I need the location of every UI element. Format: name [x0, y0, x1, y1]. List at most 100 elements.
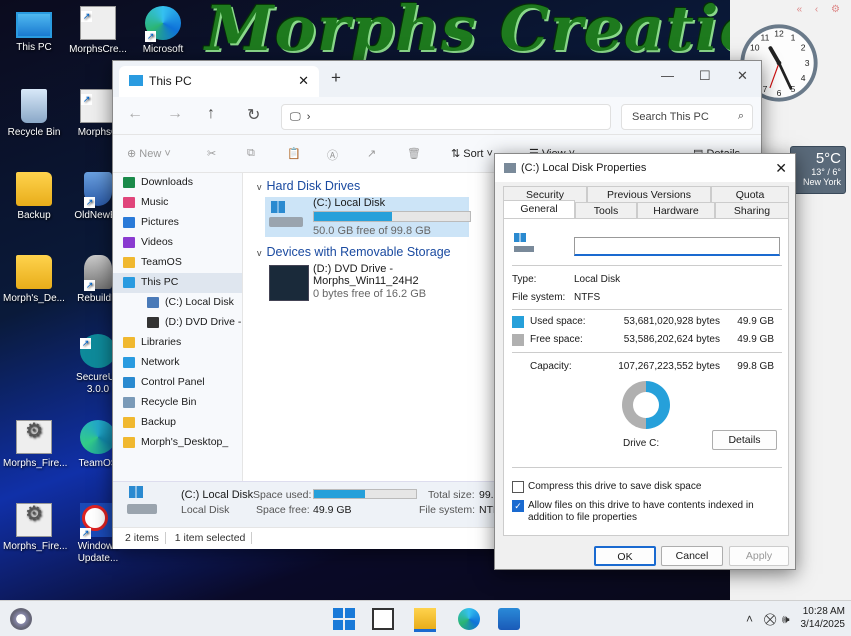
- close-button[interactable]: ✕: [737, 68, 748, 84]
- details-button[interactable]: Details: [712, 430, 777, 450]
- nav-item[interactable]: Music: [113, 193, 242, 213]
- details-name: (C:) Local Disk: [181, 489, 254, 501]
- maximize-button[interactable]: ☐: [699, 68, 711, 84]
- nav-item[interactable]: Libraries: [113, 333, 242, 353]
- index-checkbox[interactable]: ✓: [512, 500, 524, 512]
- address-bar[interactable]: 🖵 ›: [281, 104, 611, 130]
- nav-item[interactable]: Morph's_Desktop_: [113, 433, 242, 453]
- tab-sharing[interactable]: Sharing: [715, 202, 789, 218]
- gadget-controls[interactable]: « ‹ ⚙: [797, 4, 845, 15]
- desktop-icon-morphs-fire-2[interactable]: Morphs_Fire...: [3, 503, 67, 553]
- nav-item[interactable]: TeamOS: [113, 253, 242, 273]
- drive-c-free: 50.0 GB free of 99.8 GB: [313, 225, 432, 237]
- drive-icon: [147, 297, 159, 308]
- system-clock[interactable]: 10:28 AM 3/14/2025: [801, 605, 846, 631]
- drive-icon: [127, 486, 157, 518]
- new-button[interactable]: ⊕ New ˅: [127, 147, 171, 160]
- up-arrow-icon[interactable]: ↑: [207, 105, 215, 123]
- nav-item[interactable]: Backup: [113, 413, 242, 433]
- tab-hardware[interactable]: Hardware: [637, 202, 715, 218]
- search-input[interactable]: Search This PC ⌕: [621, 104, 753, 130]
- volume-label-input[interactable]: [574, 237, 780, 256]
- chevron-down-icon: v: [257, 248, 262, 258]
- tab-previous-versions[interactable]: Previous Versions: [587, 186, 711, 202]
- task-view-icon[interactable]: [372, 608, 394, 630]
- drive-c-usage-bar: [313, 211, 471, 222]
- close-tab-icon[interactable]: ✕: [298, 73, 309, 89]
- nav-item[interactable]: Control Panel: [113, 373, 242, 393]
- tab-this-pc[interactable]: This PC ✕: [119, 66, 319, 97]
- capacity-gb: 99.8 GB: [737, 361, 774, 372]
- cancel-button[interactable]: Cancel: [661, 546, 723, 566]
- tab-quota[interactable]: Quota: [711, 186, 789, 202]
- details-type: Local Disk: [181, 504, 230, 516]
- store-taskbar-icon[interactable]: [498, 608, 520, 630]
- drive-letter-label: Drive C:: [623, 438, 660, 449]
- robot-icon: [84, 255, 112, 291]
- nav-item[interactable]: Network: [113, 353, 242, 373]
- refresh-icon[interactable]: ↻: [247, 105, 260, 125]
- delete-icon[interactable]: 🗑: [407, 147, 421, 160]
- network-icon[interactable]: ⛒: [764, 612, 776, 627]
- desktop-icon-backup[interactable]: Backup: [3, 172, 65, 222]
- start-button-icon[interactable]: [333, 608, 355, 630]
- new-tab-button[interactable]: +: [331, 68, 341, 88]
- free-space-swatch: [512, 334, 524, 346]
- sort-button[interactable]: ⇅ Sort ˅: [451, 147, 493, 160]
- rename-icon[interactable]: Ⓐ: [327, 147, 338, 163]
- svg-text:2: 2: [801, 43, 806, 53]
- desktop-icon-this-pc[interactable]: This PC: [3, 6, 65, 54]
- svg-text:6: 6: [777, 88, 782, 98]
- share-icon[interactable]: ↗: [367, 147, 376, 160]
- chevron-right-icon[interactable]: ›: [307, 111, 311, 123]
- status-item-count: 2 items: [119, 532, 166, 544]
- close-icon[interactable]: ✕: [775, 160, 787, 177]
- file-explorer-taskbar-icon[interactable]: [414, 608, 436, 632]
- folder-icon: [16, 255, 52, 289]
- desktop-icon-recycle-bin[interactable]: Recycle Bin: [3, 89, 65, 139]
- svg-text:1: 1: [791, 32, 796, 42]
- weather-gadget[interactable]: 5°C 13° / 6° New York: [790, 146, 846, 194]
- drive-item-c[interactable]: (C:) Local Disk 50.0 GB free of 99.8 GB: [265, 197, 471, 237]
- widgets-icon[interactable]: [10, 608, 32, 630]
- details-space-free: 49.9 GB: [313, 504, 352, 516]
- nav-item[interactable]: Videos: [113, 233, 242, 253]
- desktop-icon-morphs-fire-1[interactable]: Morphs_Fire...: [3, 420, 67, 470]
- desktop-icon-microsoft[interactable]: Microsoft: [132, 6, 194, 56]
- nav-item[interactable]: Recycle Bin: [113, 393, 242, 413]
- pen-icon: [80, 334, 116, 368]
- gear-icon: [16, 420, 52, 454]
- speaker-icon[interactable]: 🕪: [782, 612, 790, 627]
- desktop-icon-morphscre[interactable]: MorphsCre...: [67, 6, 129, 56]
- libraries-icon: [123, 337, 135, 348]
- dialog-title: (C:) Local Disk Properties: [521, 162, 647, 174]
- compress-checkbox[interactable]: [512, 481, 524, 493]
- nav-item[interactable]: Pictures: [113, 213, 242, 233]
- general-tab-panel: Type: Local Disk File system: NTFS Used …: [503, 218, 789, 536]
- taskbar: ˄ ⛒ 🕪 10:28 AM 3/14/2025: [0, 600, 851, 636]
- back-arrow-icon[interactable]: ←: [127, 105, 143, 123]
- cut-icon[interactable]: ✂: [207, 147, 216, 160]
- edge-taskbar-icon[interactable]: [458, 608, 480, 630]
- minimize-button[interactable]: —: [661, 68, 674, 83]
- paste-icon[interactable]: 📋: [287, 147, 301, 160]
- nav-item[interactable]: (C:) Local Disk: [113, 293, 242, 313]
- forward-arrow-icon[interactable]: →: [167, 105, 183, 123]
- disk-properties-dialog: (C:) Local Disk Properties ✕ Security Pr…: [494, 153, 796, 570]
- gear-icon: [80, 6, 116, 40]
- copy-icon[interactable]: ⧉: [247, 147, 255, 160]
- nav-item[interactable]: Downloads: [113, 173, 242, 193]
- svg-text:4: 4: [801, 73, 806, 83]
- nav-item[interactable]: (D:) DVD Drive - M: [113, 313, 242, 333]
- tab-general[interactable]: General: [503, 200, 575, 218]
- desktop-icon-morphs-desktop[interactable]: Morph's_De...: [3, 255, 65, 305]
- tab-tools[interactable]: Tools: [575, 202, 637, 218]
- chevron-up-icon[interactable]: ˄: [746, 612, 753, 626]
- ok-button[interactable]: OK: [594, 546, 656, 566]
- svg-text:10: 10: [750, 43, 760, 53]
- apply-button[interactable]: Apply: [729, 546, 789, 566]
- monitor-icon: 🖵: [290, 111, 301, 123]
- control-panel-icon: [123, 377, 135, 388]
- nav-item[interactable]: This PC: [113, 273, 242, 293]
- address-bar-row: ← → ↑ ↻ 🖵 › Search This PC ⌕: [113, 97, 761, 135]
